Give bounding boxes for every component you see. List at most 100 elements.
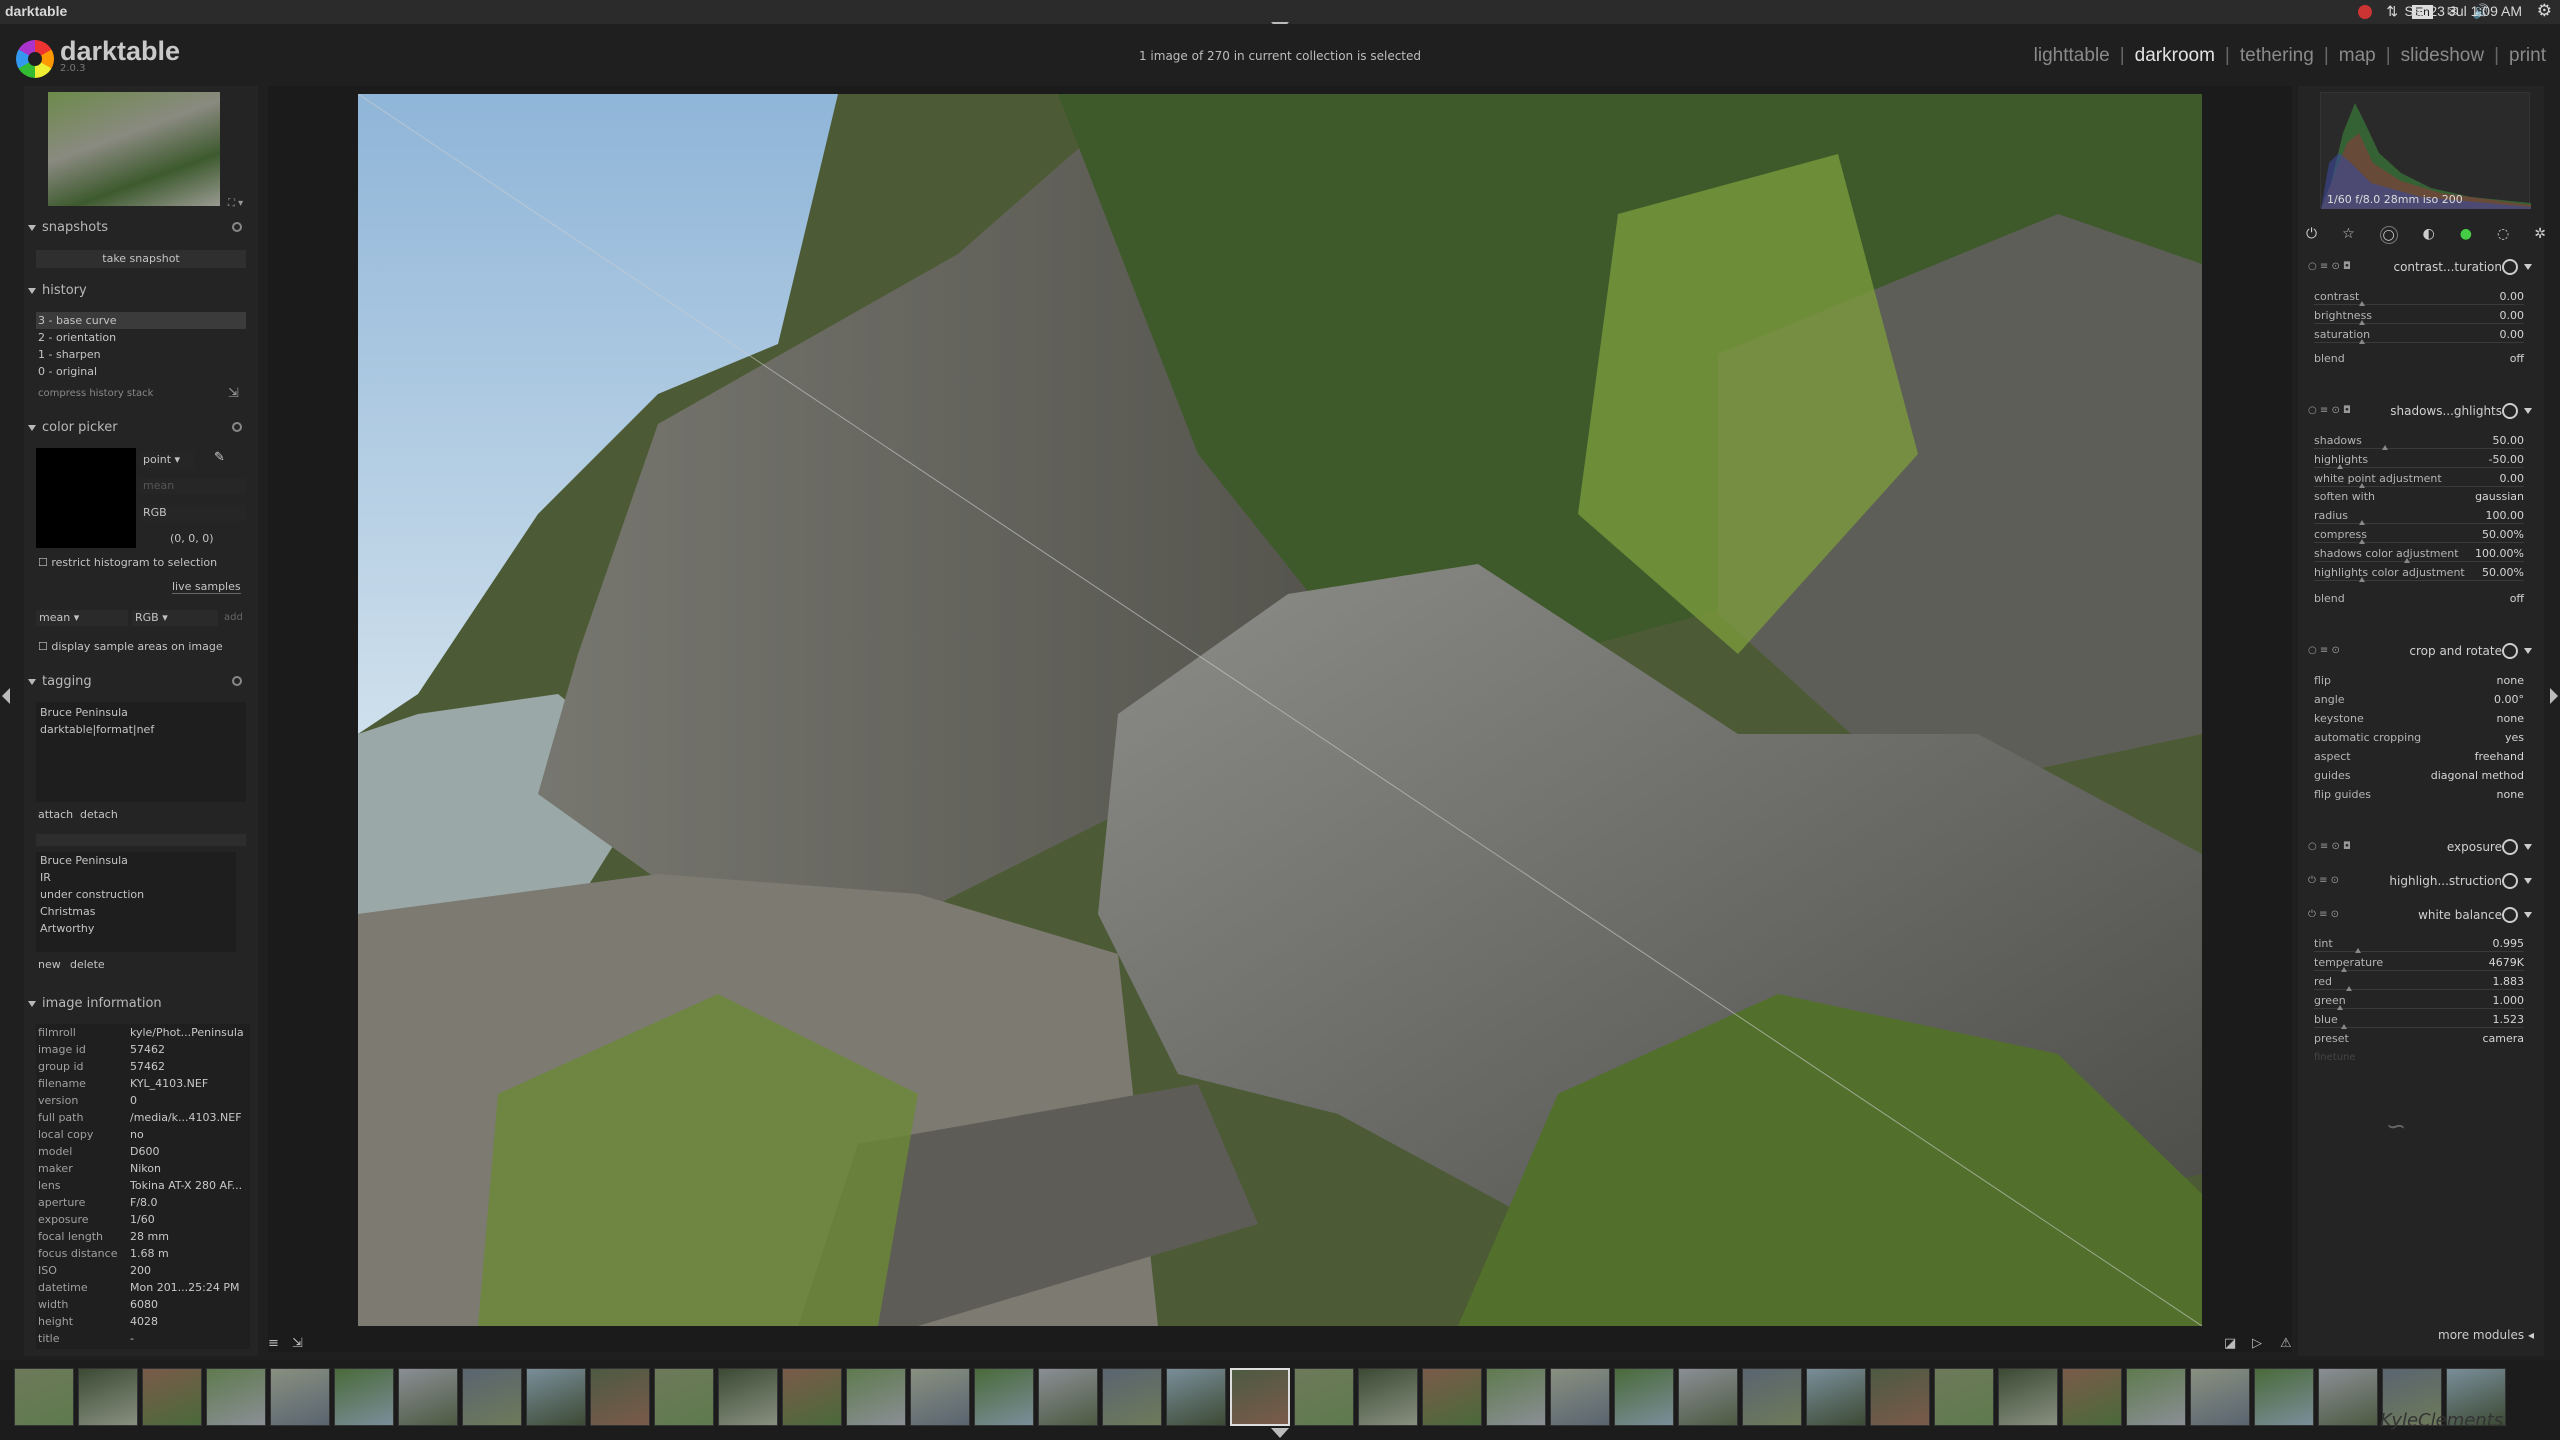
- slider-handle[interactable]: [2404, 558, 2410, 563]
- zoom-selector[interactable]: ⛶ ▾: [228, 198, 243, 209]
- navigation-thumbnail[interactable]: [48, 92, 220, 206]
- filmstrip-thumbnail[interactable]: [2062, 1368, 2122, 1426]
- filmstrip-thumbnail[interactable]: [718, 1368, 778, 1426]
- slider-highlights-color-adjustment[interactable]: highlights color adjustment 50.00%: [2314, 566, 2524, 585]
- color-assessment-icon[interactable]: ◪: [2224, 1336, 2236, 1351]
- tagging-header[interactable]: tagging: [28, 674, 248, 689]
- slider-handle[interactable]: [2359, 339, 2365, 344]
- filmstrip-thumbnail[interactable]: [1422, 1368, 1482, 1426]
- color-group-icon[interactable]: ●: [2460, 226, 2472, 244]
- module-presets-icon[interactable]: [2502, 907, 2518, 923]
- dictionary-tag[interactable]: under construction: [40, 886, 232, 903]
- module-contrast-header[interactable]: ○ ≡ ⊙ ◘ contrast...turation: [2306, 256, 2536, 278]
- filmstrip-thumbnail[interactable]: [1806, 1368, 1866, 1426]
- dictionary-tag[interactable]: Christmas: [40, 903, 232, 920]
- slider-contrast[interactable]: contrast 0.00: [2314, 290, 2524, 309]
- history-item[interactable]: 1 - sharpen: [36, 346, 246, 363]
- slider-angle[interactable]: angle 0.00°: [2314, 693, 2524, 712]
- view-darkroom[interactable]: darkroom: [2135, 45, 2215, 67]
- histogram[interactable]: 1/60 f/8.0 28mm iso 200: [2320, 92, 2531, 209]
- slider-handle[interactable]: [2341, 967, 2347, 972]
- module-expand-icon[interactable]: [2524, 264, 2532, 270]
- slider-handle[interactable]: [2336, 464, 2343, 469]
- dictionary-tag[interactable]: IR: [40, 869, 232, 886]
- color-picker-icon[interactable]: ✎: [214, 450, 225, 465]
- filmstrip-thumbnail[interactable]: [1166, 1368, 1226, 1426]
- module-enable-icon[interactable]: ○ ≡ ⊙ ◘: [2308, 261, 2351, 272]
- delete-tag-button[interactable]: delete: [70, 958, 105, 971]
- module-expand-icon[interactable]: [2524, 648, 2532, 654]
- module-expand-icon[interactable]: [2524, 408, 2532, 414]
- effect-group-icon[interactable]: ✲: [2534, 226, 2546, 244]
- slider-keystone[interactable]: keystone none: [2314, 712, 2524, 731]
- gear-icon[interactable]: ⚙: [2537, 1, 2552, 21]
- display-sample-areas-checkbox[interactable]: ☐ display sample areas on image: [38, 640, 223, 653]
- filmstrip-thumbnail[interactable]: [1870, 1368, 1930, 1426]
- blend-select[interactable]: blend off: [2314, 592, 2524, 611]
- left-panel-toggle-icon[interactable]: [2, 688, 10, 704]
- main-image[interactable]: [358, 94, 2202, 1326]
- view-print[interactable]: print: [2509, 45, 2546, 67]
- slider-blue[interactable]: blue 1.523: [2314, 1013, 2524, 1032]
- take-snapshot-button[interactable]: take snapshot: [36, 250, 246, 268]
- slider-handle[interactable]: [2341, 1024, 2347, 1029]
- view-lighttable[interactable]: lighttable: [2034, 45, 2110, 67]
- basic-group-icon[interactable]: ○: [2379, 226, 2398, 244]
- filmstrip-thumbnail[interactable]: [334, 1368, 394, 1426]
- slider-handle[interactable]: [2359, 539, 2365, 544]
- clock[interactable]: Sat 23 Jul 1:09 AM: [2404, 3, 2522, 19]
- slider-handle[interactable]: [2354, 948, 2361, 953]
- filmstrip-thumbnail[interactable]: [2318, 1368, 2378, 1426]
- picker-colorspace-select[interactable]: RGB: [140, 505, 246, 521]
- filmstrip-thumbnail[interactable]: [1742, 1368, 1802, 1426]
- detach-button[interactable]: detach: [80, 808, 118, 821]
- filmstrip-thumbnail[interactable]: [1230, 1368, 1290, 1426]
- presets-icon[interactable]: [232, 676, 242, 686]
- filmstrip-thumbnail[interactable]: [78, 1368, 138, 1426]
- history-item[interactable]: 0 - original: [36, 363, 246, 380]
- filmstrip-thumbnail[interactable]: [270, 1368, 330, 1426]
- slider-handle[interactable]: [2359, 520, 2365, 525]
- live-stat-select[interactable]: mean ▾: [36, 610, 128, 626]
- filmstrip-thumbnail[interactable]: [1294, 1368, 1354, 1426]
- filmstrip-thumbnail[interactable]: [2254, 1368, 2314, 1426]
- slider-aspect[interactable]: aspect freehand: [2314, 750, 2524, 769]
- filmstrip-thumbnail[interactable]: [1358, 1368, 1418, 1426]
- view-slideshow[interactable]: slideshow: [2401, 45, 2484, 67]
- module-highlight-header[interactable]: ⏻ ≡ ⊙ highligh...struction: [2306, 870, 2536, 892]
- slider-flip[interactable]: flip none: [2314, 674, 2524, 693]
- bottom-panel-toggle-icon[interactable]: [1271, 1428, 1289, 1438]
- network-icon[interactable]: ⇅: [2386, 3, 2398, 20]
- slider-guides[interactable]: guides diagonal method: [2314, 769, 2524, 788]
- filmstrip-thumbnail[interactable]: [142, 1368, 202, 1426]
- dictionary-tag[interactable]: Artworthy: [40, 920, 232, 937]
- blend-select[interactable]: blend off: [2314, 352, 2524, 371]
- add-sample-button[interactable]: add: [224, 612, 243, 623]
- compress-history-icon[interactable]: ⇲: [228, 386, 239, 401]
- attached-tag[interactable]: Bruce Peninsula: [40, 704, 242, 721]
- filmstrip-thumbnail[interactable]: [14, 1368, 74, 1426]
- view-tethering[interactable]: tethering: [2240, 45, 2314, 67]
- module-exposure-header[interactable]: ○ ≡ ⊙ ◘ exposure: [2306, 836, 2536, 858]
- module-expand-icon[interactable]: [2524, 878, 2532, 884]
- power-icon[interactable]: ⏻: [2306, 226, 2317, 244]
- filmstrip-thumbnail[interactable]: [1102, 1368, 1162, 1426]
- slider-handle[interactable]: [2345, 986, 2352, 991]
- picker-stat-select[interactable]: mean: [140, 478, 246, 494]
- favorites-icon[interactable]: ☆: [2342, 226, 2355, 244]
- module-presets-icon[interactable]: [2502, 839, 2518, 855]
- filmstrip-thumbnail[interactable]: [590, 1368, 650, 1426]
- right-panel-toggle-icon[interactable]: [2550, 688, 2558, 704]
- restrict-histogram-checkbox[interactable]: ☐ restrict histogram to selection: [38, 556, 217, 569]
- filmstrip-thumbnail[interactable]: [1038, 1368, 1098, 1426]
- compress-history-button[interactable]: compress history stack: [38, 388, 153, 399]
- attach-button[interactable]: attach: [38, 808, 73, 821]
- presets-icon[interactable]: [232, 422, 242, 432]
- record-icon[interactable]: [2358, 4, 2373, 19]
- filmstrip-thumbnail[interactable]: [2190, 1368, 2250, 1426]
- presets-icon[interactable]: [232, 222, 242, 232]
- more-modules-button[interactable]: more modules ◂: [2438, 1328, 2534, 1342]
- image-information-header[interactable]: image information: [28, 996, 248, 1011]
- slider-shadows[interactable]: shadows 50.00: [2314, 434, 2524, 453]
- correct-group-icon[interactable]: ◌: [2497, 226, 2509, 244]
